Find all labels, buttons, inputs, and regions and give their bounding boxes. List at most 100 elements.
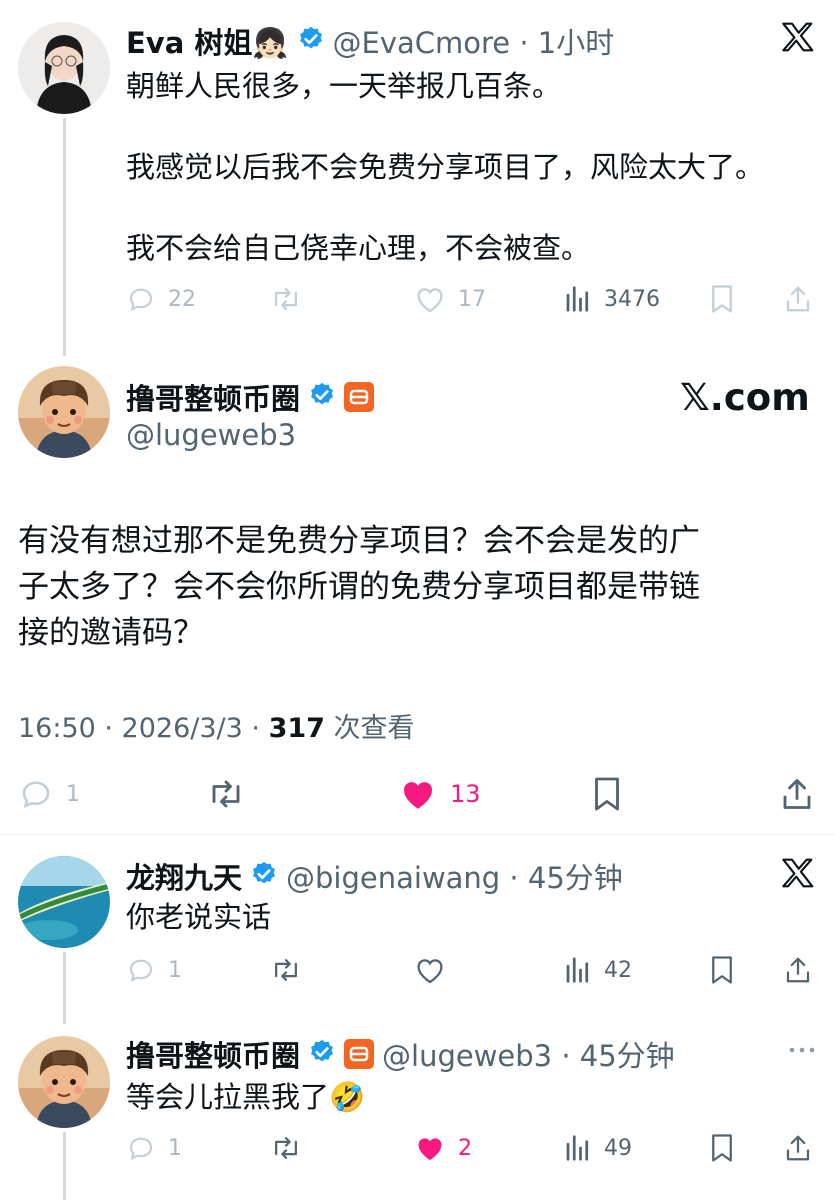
like-button[interactable]: 2 [414, 1133, 472, 1163]
share-button[interactable] [784, 1133, 812, 1163]
like-icon [417, 288, 443, 313]
verified-badge-icon [308, 1038, 336, 1070]
share-icon [786, 957, 810, 983]
views-icon [566, 286, 589, 312]
repost-icon [275, 1137, 297, 1159]
views-button[interactable]: 3476 [564, 284, 660, 314]
avatar-eva-image [18, 22, 110, 114]
verified-badge-icon [308, 381, 336, 413]
reply-icon [129, 959, 153, 982]
repost-button[interactable] [270, 284, 302, 314]
author-handle-time[interactable]: @EvaCmore · 1小时 [333, 20, 615, 62]
repost-button[interactable] [270, 955, 302, 985]
avatar-eva[interactable] [18, 22, 110, 114]
reply-count: 1 [168, 1135, 182, 1161]
share-button[interactable] [784, 284, 812, 314]
views-icon [566, 1135, 589, 1161]
repost-icon [275, 959, 297, 981]
views-icon [566, 957, 589, 983]
like-button[interactable]: 17 [414, 284, 486, 314]
avatar-luge-image [18, 366, 110, 458]
repost-button[interactable] [270, 1133, 302, 1163]
reply-count: 1 [66, 781, 80, 807]
post-line: 我感觉以后我不会免费分享项目了，风险太大了。 [126, 150, 765, 184]
like-button[interactable]: 13 [398, 776, 481, 812]
post-line: 朝鲜人民很多，一天举报几百条。 [126, 69, 562, 103]
views-count: 3476 [604, 286, 660, 312]
bookmark-icon [712, 956, 732, 984]
bookmark-icon [595, 777, 619, 811]
author-handle[interactable]: @lugeweb3 [126, 418, 296, 452]
post-meta: 16:50 · 2026/3/3 · 317 次查看 [18, 706, 415, 745]
view-count: 317 [268, 713, 325, 744]
bookmark-button[interactable] [708, 1133, 736, 1163]
views-button[interactable]: 49 [564, 1133, 632, 1163]
share-icon [783, 779, 811, 809]
bookmark-icon [712, 285, 732, 313]
views-count: 42 [604, 957, 632, 983]
like-count: 13 [450, 780, 481, 808]
thread-line [63, 952, 66, 1024]
like-filled-icon [418, 1138, 442, 1160]
view-label: 次查看 [324, 713, 415, 744]
author-name[interactable]: 龙翔九天 [126, 855, 242, 897]
post-text: 朝鲜人民很多，一天举报几百条。 我感觉以后我不会免费分享项目了，风险太大了。 我… [126, 66, 826, 268]
reply-icon [22, 781, 50, 809]
bookmark-button[interactable] [708, 284, 736, 314]
repost-button[interactable] [206, 776, 246, 812]
repost-icon [275, 288, 297, 310]
main-post-line: 接的邀请码？ [18, 615, 204, 651]
share-button[interactable] [780, 776, 814, 812]
author-handle-time[interactable]: @bigenaiwang · 45分钟 [286, 855, 623, 897]
affiliate-badge-icon [344, 382, 375, 412]
avatar-longxiang[interactable] [18, 856, 110, 948]
like-filled-icon [404, 782, 432, 809]
x-logo-icon[interactable] [782, 22, 814, 56]
x-logo-icon[interactable] [782, 858, 814, 892]
reply-count: 1 [168, 957, 182, 983]
author-name[interactable]: Eva 树姐👧🏻 [126, 20, 289, 62]
author-name[interactable]: 撸哥整顿币圈 [126, 376, 300, 418]
watermark: 𝕏.com [680, 376, 810, 419]
like-button[interactable] [414, 955, 446, 985]
reply-text: 你老说实话 [126, 900, 272, 934]
affiliate-badge-icon [344, 1039, 375, 1069]
like-count: 2 [458, 1135, 472, 1161]
reply-icon [129, 1137, 153, 1160]
reply-button[interactable]: 1 [126, 955, 182, 985]
more-options-icon[interactable] [788, 1040, 816, 1064]
thread-line [63, 118, 66, 356]
avatar-luge-image [18, 1036, 110, 1128]
avatar-luge[interactable] [18, 1036, 110, 1128]
share-button[interactable] [784, 955, 812, 985]
author-name[interactable]: 撸哥整顿币圈 [126, 1033, 300, 1075]
post-line: 我不会给自己侥幸心理，不会被查。 [126, 231, 591, 265]
like-count: 17 [458, 286, 486, 312]
views-button[interactable]: 42 [564, 955, 632, 985]
repost-icon [212, 780, 240, 808]
avatar-longxiang-image [18, 856, 110, 948]
main-post-text: 有没有想过那不是免费分享项目？会不会是发的广 子太多了？会不会你所谓的免费分享项… [18, 518, 828, 656]
post-timestamp[interactable]: 16:50 · 2026/3/3 · [18, 713, 269, 744]
main-post-line: 有没有想过那不是免费分享项目？会不会是发的广 [18, 523, 700, 559]
views-count: 49 [604, 1135, 632, 1161]
verified-badge-icon [297, 25, 325, 57]
reply-count: 22 [168, 286, 196, 312]
reply-button[interactable]: 22 [126, 284, 196, 314]
reply-text: 等会儿拉黑我了🤣 [126, 1080, 366, 1114]
share-icon [786, 1135, 810, 1161]
divider [0, 834, 835, 835]
reply-button[interactable]: 1 [18, 776, 80, 812]
reply-button[interactable]: 1 [126, 1133, 182, 1163]
share-icon [786, 286, 810, 312]
bookmark-icon [712, 1134, 732, 1162]
bookmark-button[interactable] [590, 776, 624, 812]
reply-icon [129, 288, 153, 311]
bookmark-button[interactable] [708, 955, 736, 985]
thread-line [63, 1132, 66, 1200]
author-handle-time[interactable]: @lugeweb3 · 45分钟 [382, 1033, 675, 1075]
main-post-line: 子太多了？会不会你所谓的免费分享项目都是带链 [18, 569, 700, 605]
avatar-luge[interactable] [18, 366, 110, 458]
like-icon [417, 959, 443, 984]
verified-badge-icon [250, 860, 278, 892]
